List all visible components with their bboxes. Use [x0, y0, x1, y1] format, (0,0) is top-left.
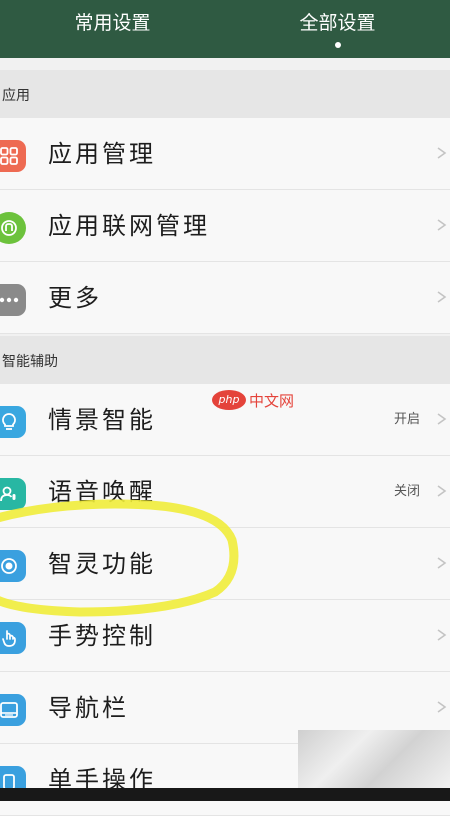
app-grid-icon	[0, 140, 26, 172]
section-header-apps: 应用	[0, 70, 450, 118]
chevron-right-icon	[437, 629, 447, 641]
row-label: 情景智能	[48, 406, 156, 434]
top-tab-bar: 常用设置 全部设置	[0, 0, 450, 58]
chevron-right-icon	[437, 557, 447, 569]
settings-row-smart-function[interactable]: 智灵功能	[0, 528, 450, 600]
active-tab-indicator	[334, 42, 341, 48]
bottom-edge	[0, 788, 450, 801]
chevron-right-icon	[437, 413, 447, 425]
status-text: 关闭	[393, 484, 420, 499]
row-label: 应用管理	[48, 140, 156, 168]
chevron-right-icon	[437, 147, 447, 159]
row-label: 智灵功能	[48, 550, 156, 578]
tab-all-settings[interactable]: 全部设置	[225, 0, 450, 58]
section-header-smart-assist: 智能辅助	[0, 336, 450, 384]
row-label: 应用联网管理	[48, 212, 210, 240]
row-label: 手势控制	[48, 622, 156, 650]
settings-row-app-network[interactable]: 应用联网管理	[0, 190, 450, 262]
lightbulb-icon	[0, 406, 26, 438]
chevron-right-icon	[437, 485, 447, 497]
chevron-right-icon	[437, 291, 447, 303]
settings-row-app-management[interactable]: 应用管理	[0, 118, 450, 190]
row-label: 导航栏	[48, 694, 129, 722]
voice-icon	[0, 478, 26, 510]
navbar-icon	[0, 694, 26, 726]
section-title: 智能辅助	[2, 354, 58, 370]
row-label: 更多	[48, 284, 102, 312]
row-label: 语音唤醒	[48, 478, 156, 506]
status-text: 开启	[393, 412, 420, 427]
watermark-text: 中文网	[249, 391, 295, 410]
tab-common-settings[interactable]: 常用设置	[0, 0, 225, 58]
row-label: 单手操作	[48, 766, 156, 794]
section-title: 应用	[2, 88, 30, 104]
watermark-logo: php	[212, 390, 246, 410]
settings-row-gesture-control[interactable]: 手势控制	[0, 600, 450, 672]
gesture-icon	[0, 622, 26, 654]
settings-row-voice-wakeup[interactable]: 语音唤醒 关闭	[0, 456, 450, 528]
chevron-right-icon	[437, 219, 447, 231]
chevron-right-icon	[437, 701, 447, 713]
tab-common-settings-label: 常用设置	[74, 12, 151, 34]
more-dots-icon	[0, 284, 26, 316]
watermark: php 中文网	[212, 388, 294, 412]
blurred-overlay	[298, 730, 450, 788]
target-icon	[0, 550, 26, 582]
network-icon	[0, 212, 26, 244]
settings-row-more[interactable]: 更多	[0, 262, 450, 334]
tab-all-settings-label: 全部设置	[299, 12, 376, 34]
